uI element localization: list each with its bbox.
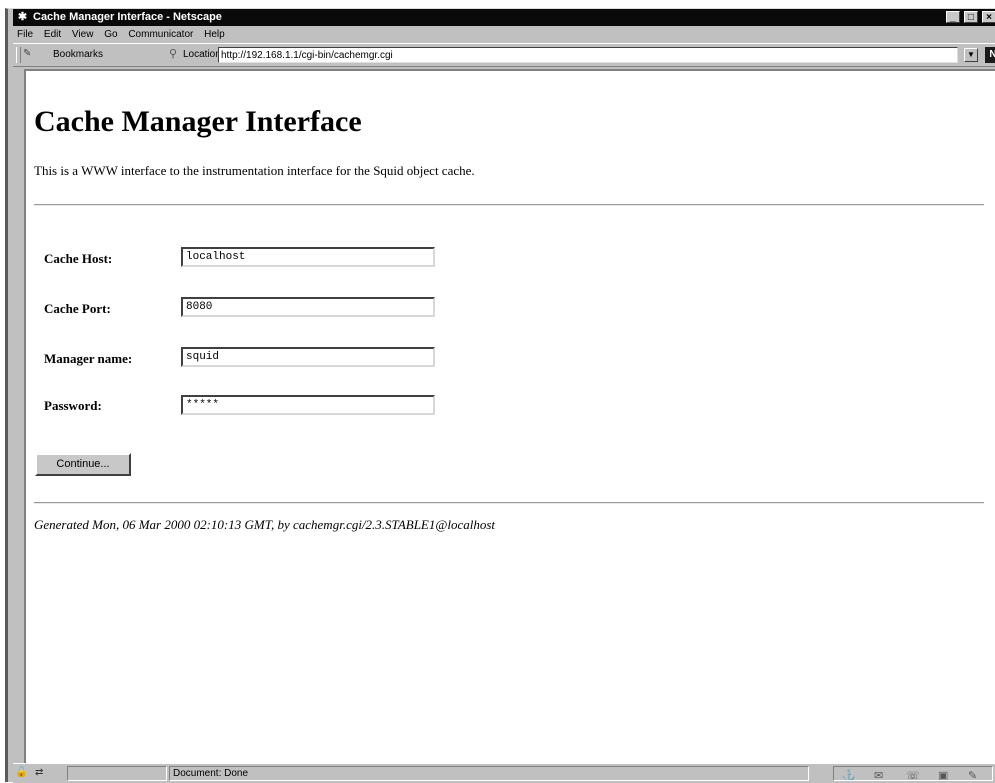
url-input[interactable] bbox=[218, 47, 958, 63]
discussion-icon[interactable]: ☏ bbox=[906, 770, 920, 780]
menu-go[interactable]: Go bbox=[100, 26, 121, 43]
menu-bar: File Edit View Go Communicator Help bbox=[13, 26, 995, 43]
bookmarks-button[interactable]: Bookmarks bbox=[53, 49, 103, 60]
location-toolbar: ✎ Bookmarks ⚲ Location: ▼ N bbox=[13, 43, 995, 67]
menu-communicator[interactable]: Communicator bbox=[124, 26, 197, 43]
edit-icon[interactable]: ✎ bbox=[968, 770, 977, 780]
location-icon[interactable]: ⚲ bbox=[169, 47, 177, 60]
intro-text: This is a WWW interface to the instrumen… bbox=[34, 163, 475, 178]
bookmark-icon: ✎ bbox=[23, 48, 32, 59]
cache-host-input[interactable] bbox=[181, 247, 435, 267]
menu-view[interactable]: View bbox=[68, 26, 98, 43]
cache-port-input[interactable] bbox=[181, 297, 435, 317]
progress-cell bbox=[67, 766, 167, 781]
bottom-divider bbox=[34, 502, 984, 504]
browser-window: ✱ Cache Manager Interface - Netscape _ □… bbox=[5, 8, 995, 783]
composer-icon[interactable]: ▣ bbox=[938, 770, 948, 780]
page-content: Cache Manager Interface This is a WWW in… bbox=[24, 69, 995, 763]
menu-edit[interactable]: Edit bbox=[40, 26, 65, 43]
top-divider bbox=[34, 204, 984, 206]
security-lock-icon[interactable]: 🔓 bbox=[15, 767, 29, 778]
continue-button[interactable]: Continue... bbox=[35, 453, 131, 476]
manager-name-input[interactable] bbox=[181, 347, 435, 367]
status-text: Document: Done bbox=[169, 766, 809, 781]
password-label: Password: bbox=[44, 398, 102, 413]
mail-icon[interactable]: ✉ bbox=[874, 770, 883, 780]
close-button[interactable]: × bbox=[982, 11, 995, 23]
menu-help[interactable]: Help bbox=[200, 26, 229, 43]
netscape-n-logo[interactable]: N bbox=[985, 47, 995, 63]
title-bar[interactable]: ✱ Cache Manager Interface - Netscape _ □… bbox=[13, 9, 995, 26]
status-bar: 🔓 ⇄ Document: Done ⚓ ✉ ☏ ▣ ✎ bbox=[13, 763, 995, 783]
netscape-logo-icon: ✱ bbox=[17, 11, 28, 23]
cache-port-label: Cache Port: bbox=[44, 301, 111, 316]
cache-host-label: Cache Host: bbox=[44, 251, 113, 266]
menu-file[interactable]: File bbox=[13, 26, 37, 43]
generated-footer: Generated Mon, 06 Mar 2000 02:10:13 GMT,… bbox=[34, 517, 495, 532]
minimize-button[interactable]: _ bbox=[945, 11, 960, 23]
window-title: Cache Manager Interface - Netscape bbox=[33, 11, 222, 23]
password-input[interactable] bbox=[181, 395, 435, 415]
connection-icon: ⇄ bbox=[35, 767, 46, 778]
dropdown-arrow-icon[interactable]: ▼ bbox=[964, 48, 978, 62]
page-title: Cache Manager Interface bbox=[34, 105, 362, 138]
manager-name-label: Manager name: bbox=[44, 351, 133, 366]
component-bar: ⚓ ✉ ☏ ▣ ✎ bbox=[833, 766, 993, 781]
maximize-button[interactable]: □ bbox=[963, 11, 978, 23]
toolbar-grip-handle[interactable] bbox=[16, 47, 21, 63]
window-controls: _ □ × bbox=[945, 11, 995, 24]
navigator-icon[interactable]: ⚓ bbox=[842, 770, 856, 780]
